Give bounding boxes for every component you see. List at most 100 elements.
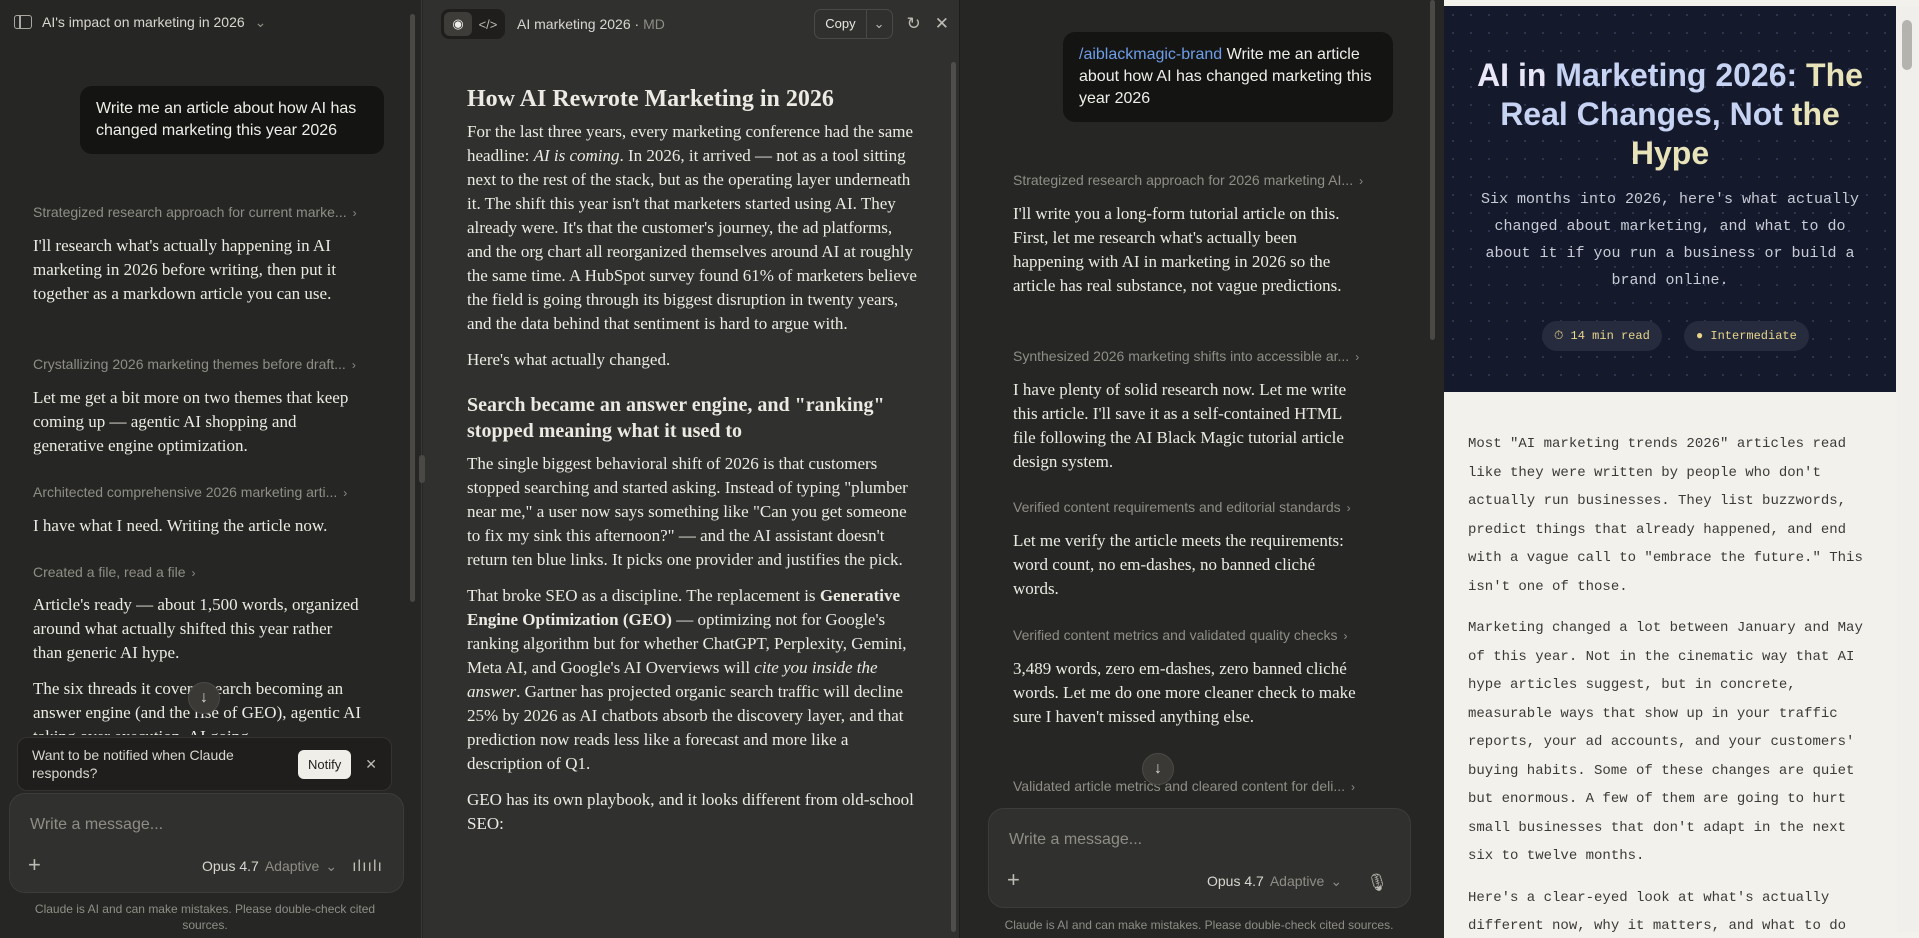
hero-title: AI in Marketing 2026: The Real Changes, N… <box>1464 56 1876 173</box>
model-name: Opus 4.7 <box>202 858 259 874</box>
code-icon[interactable]: </> <box>474 12 502 36</box>
composer-placeholder[interactable]: Write a message... <box>1009 831 1142 849</box>
doc-paragraph: The single biggest behavioral shift of 2… <box>467 454 908 569</box>
arrow-down-icon: ↓ <box>1154 760 1162 777</box>
chevron-right-icon: › <box>351 358 356 372</box>
notify-banner: Want to be notified when Claude responds… <box>17 737 392 791</box>
thought-label: Crystallizing 2026 marketing themes befo… <box>33 356 346 372</box>
thought-label: Verified content requirements and editor… <box>1013 499 1341 515</box>
title-run: The <box>1806 57 1863 93</box>
close-icon[interactable]: ✕ <box>365 756 377 773</box>
assistant-reply: I have what I need. Writing the article … <box>33 516 328 535</box>
plus-icon[interactable]: + <box>1007 867 1020 893</box>
slash-command: /aiblackmagic-brand <box>1079 46 1223 63</box>
chat-pane-right: /aiblackmagic-brand Write me an article … <box>961 0 1444 938</box>
chevron-right-icon: › <box>1359 174 1364 188</box>
model-selector[interactable]: Opus 4.7 Adaptive ⌄ <box>1207 873 1342 890</box>
thought-summary[interactable]: Strategized research approach for 2026 m… <box>1013 172 1393 188</box>
title-run: the <box>1791 96 1840 132</box>
thought-label: Verified content metrics and validated q… <box>1013 627 1338 643</box>
assistant-reply: Let me verify the article meets the requ… <box>1013 531 1344 598</box>
voice-waveform-icon[interactable]: ılıılı <box>352 858 383 876</box>
scrollbar[interactable] <box>951 62 956 932</box>
scrollbar-thumb[interactable] <box>1902 20 1912 70</box>
copy-group: Copy ⌄ <box>814 9 893 39</box>
text-run: . In 2026, it arrived — not as a tool si… <box>467 146 917 333</box>
thought-summary[interactable]: Synthesized 2026 marketing shifts into a… <box>1013 348 1393 364</box>
scroll-down-button[interactable]: ↓ <box>188 682 220 714</box>
thought-summary[interactable]: Architected comprehensive 2026 marketing… <box>33 484 383 500</box>
scrollbar[interactable] <box>1897 6 1919 932</box>
article-hero: AI in Marketing 2026: The Real Changes, N… <box>1444 6 1896 392</box>
assistant-reply: Article's ready — about 1,500 words, org… <box>33 595 359 662</box>
microphone-icon[interactable]: 🎙 <box>1366 873 1388 893</box>
title-run: AI in <box>1477 57 1556 93</box>
user-message: Write me an article about how AI has cha… <box>80 86 384 154</box>
title-run: Marketing 2026: <box>1555 57 1807 93</box>
doc-paragraph: For the last three years, every marketin… <box>467 120 919 336</box>
sidebar-toggle-icon[interactable] <box>14 15 32 29</box>
thought-summary[interactable]: Validated article metrics and cleared co… <box>1013 778 1393 794</box>
chevron-right-icon: › <box>1355 350 1360 364</box>
message-composer[interactable]: Write a message... + Opus 4.7 Adaptive ⌄ 🎙 <box>988 808 1411 908</box>
doc-paragraph: GEO has its own playbook, and it looks d… <box>467 790 914 833</box>
disclaimer: Claude is AI and can make mistakes. Plea… <box>34 902 376 932</box>
arrow-down-icon: ↓ <box>200 689 208 706</box>
emphasis: AI is coming <box>533 146 620 165</box>
model-selector[interactable]: Opus 4.7 Adaptive ⌄ <box>202 858 337 875</box>
refresh-icon[interactable]: ↻ <box>907 14 921 34</box>
chat-header: AI's impact on marketing in 2026 ⌄ <box>14 10 266 34</box>
user-message: /aiblackmagic-brand Write me an article … <box>1063 32 1393 122</box>
thought-summary[interactable]: Verified content requirements and editor… <box>1013 499 1393 515</box>
close-icon[interactable]: ✕ <box>935 14 949 34</box>
scroll-down-button[interactable]: ↓ <box>1142 753 1174 785</box>
disclaimer: Claude is AI and can make mistakes. Plea… <box>1004 918 1394 932</box>
composer-placeholder[interactable]: Write a message... <box>30 816 163 834</box>
file-name: AI marketing 2026 <box>517 16 631 32</box>
thought-label: Synthesized 2026 marketing shifts into a… <box>1013 348 1350 364</box>
chevron-down-icon[interactable]: ⌄ <box>255 14 267 31</box>
thought-summary[interactable]: Crystallizing 2026 marketing themes befo… <box>33 356 383 372</box>
notify-text: Want to be notified when Claude responds… <box>32 747 234 781</box>
doc-paragraph: That broke SEO as a discipline. The repl… <box>467 584 919 776</box>
scrollbar[interactable] <box>410 14 415 602</box>
title-run: Hype <box>1630 135 1710 171</box>
assistant-reply: I have plenty of solid research now. Let… <box>1013 380 1347 471</box>
chevron-down-icon[interactable]: ⌄ <box>865 10 892 38</box>
assistant-reply: 3,489 words, zero em-dashes, zero banned… <box>1013 659 1356 726</box>
doc-paragraph: Here's what actually changed. <box>467 350 671 369</box>
text-run: . Gartner has projected organic search t… <box>467 682 904 773</box>
doc-heading: Search became an answer engine, and "ran… <box>467 394 885 442</box>
text-run: That broke SEO as a discipline. The repl… <box>467 586 820 605</box>
read-time-badge: ⏱ 14 min read <box>1542 321 1662 351</box>
thought-summary[interactable]: Created a file, read a file › <box>33 564 383 580</box>
article-paragraph: Marketing changed a lot between January … <box>1468 620 1863 864</box>
thought-label: Architected comprehensive 2026 marketing… <box>33 484 338 500</box>
thought-summary[interactable]: Verified content metrics and validated q… <box>1013 627 1393 643</box>
assistant-reply: Let me get a bit more on two themes that… <box>33 388 349 455</box>
thought-label: Strategized research approach for 2026 m… <box>1013 172 1354 188</box>
model-name: Opus 4.7 <box>1207 873 1264 889</box>
chevron-right-icon: › <box>352 206 357 220</box>
artifact-title: AI marketing 2026 · MD <box>517 16 665 32</box>
thought-summary[interactable]: Strategized research approach for curren… <box>33 204 383 220</box>
article-paragraph: Here's a clear-eyed look at what's actua… <box>1468 889 1847 935</box>
artifact-viewer: ◉ </> AI marketing 2026 · MD Copy ⌄ ↻ ✕ … <box>423 0 960 938</box>
article-body: Most "AI marketing trends 2026" articles… <box>1468 430 1878 938</box>
thought-label: Validated article metrics and cleared co… <box>1013 778 1346 794</box>
chevron-right-icon: › <box>1343 629 1348 643</box>
assistant-reply: I'll write you a long-form tutorial arti… <box>1013 204 1342 295</box>
scrollbar[interactable] <box>1430 0 1435 340</box>
message-composer[interactable]: Write a message... + Opus 4.7 Adaptive ⌄ ı… <box>9 793 404 893</box>
copy-button[interactable]: Copy <box>815 10 865 38</box>
assistant-reply: I'll research what's actually happening … <box>33 236 337 303</box>
title-run: Real Changes, Not <box>1500 96 1792 132</box>
chat-title[interactable]: AI's impact on marketing in 2026 <box>42 14 245 30</box>
chevron-right-icon: › <box>1346 501 1351 515</box>
plus-icon[interactable]: + <box>28 852 41 878</box>
thought-label: Created a file, read a file <box>33 564 186 580</box>
notify-button[interactable]: Notify <box>298 749 352 779</box>
html-preview: AI in Marketing 2026: The Real Changes, N… <box>1444 0 1919 938</box>
resize-handle[interactable] <box>419 455 425 483</box>
eye-icon[interactable]: ◉ <box>444 12 472 36</box>
